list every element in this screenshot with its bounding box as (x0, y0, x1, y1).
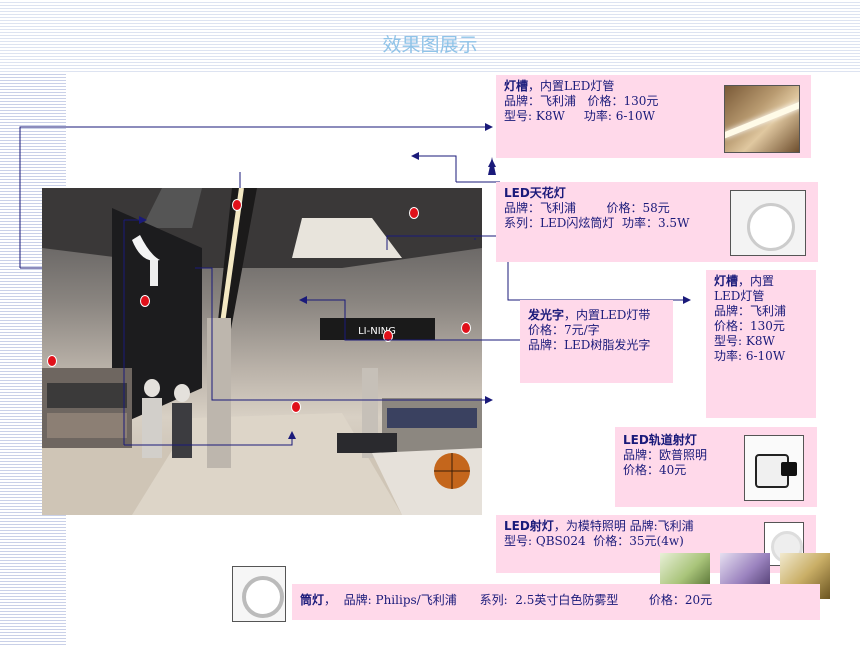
sign-name: 发光字 (528, 308, 565, 322)
lightslot2-price: 价格：130元 (714, 319, 785, 333)
downlight-name: 筒灯 (300, 593, 325, 607)
spot-model-price: 型号: QBS024 价格：35元(4w) (504, 534, 684, 548)
spot-desc: ，为模特照明 品牌:飞利浦 (553, 519, 694, 533)
ceiling-name: LED天花灯 (504, 186, 566, 200)
lightslot2-brand: 品牌：飞利浦 (714, 304, 787, 318)
callout-sign: 发光字，内置LED灯带 价格：7元/字 品牌：LED树脂发光字 (520, 300, 673, 383)
lightslot2-model: 型号: K8W (714, 334, 775, 348)
sign-desc: ，内置LED灯带 (564, 308, 651, 322)
track-name: LED轨道射灯 (623, 433, 697, 447)
downlight-thumbnail (232, 566, 286, 622)
track-thumbnail (744, 435, 804, 501)
lightslot2-power: 功率: 6-10W (714, 349, 786, 363)
lightslot2-line2: LED灯管 (714, 289, 765, 303)
downlight-product-icon (242, 576, 284, 618)
lightslot2-name: 灯槽 (714, 274, 739, 288)
sign-brand: 品牌：LED树脂发光字 (528, 338, 651, 352)
ceiling-thumbnail (730, 190, 806, 256)
led-tube-icon (725, 99, 799, 139)
lightslot1-name: 灯槽 (504, 79, 529, 93)
callout-downlight: 筒灯， 品牌: Philips/飞利浦 系列: 2.5英寸白色防雾型 价格：20… (292, 584, 820, 620)
downlight-desc: ， 品牌: Philips/飞利浦 系列: 2.5英寸白色防雾型 价格：20元 (324, 593, 713, 607)
sign-price: 价格：7元/字 (528, 323, 600, 337)
downlight-icon (747, 203, 795, 251)
lightslot1-desc: ，内置LED灯管 (528, 79, 615, 93)
spot-name: LED射灯 (504, 519, 554, 533)
lightslot1-thumbnail (724, 85, 800, 153)
lightslot2-desc: ，内置 (738, 274, 775, 288)
callout-lightslot-2: 灯槽，内置 LED灯管 品牌：飞利浦 价格：130元 型号: K8W 功率: 6… (706, 270, 816, 418)
